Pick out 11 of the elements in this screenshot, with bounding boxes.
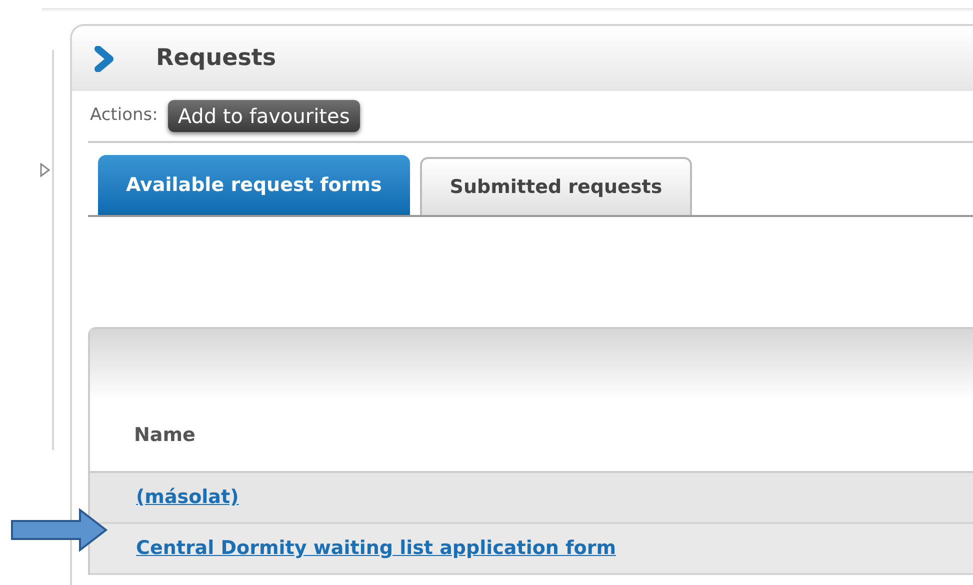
page-title: Requests bbox=[156, 44, 276, 74]
chevron-icon bbox=[94, 46, 116, 72]
request-form-link[interactable]: Central Dormity waiting list application form bbox=[136, 534, 616, 563]
actions-label: Actions: bbox=[90, 104, 158, 128]
add-to-favourites-button[interactable]: Add to favourites bbox=[168, 100, 360, 132]
pointer-arrow-icon bbox=[8, 506, 108, 554]
request-form-link[interactable]: (másolat) bbox=[136, 483, 239, 512]
column-header: Name bbox=[134, 422, 196, 448]
tab[interactable]: Available request forms bbox=[98, 155, 410, 215]
tab[interactable]: Submitted requests bbox=[420, 157, 692, 215]
expand-handle-icon[interactable] bbox=[40, 163, 50, 177]
